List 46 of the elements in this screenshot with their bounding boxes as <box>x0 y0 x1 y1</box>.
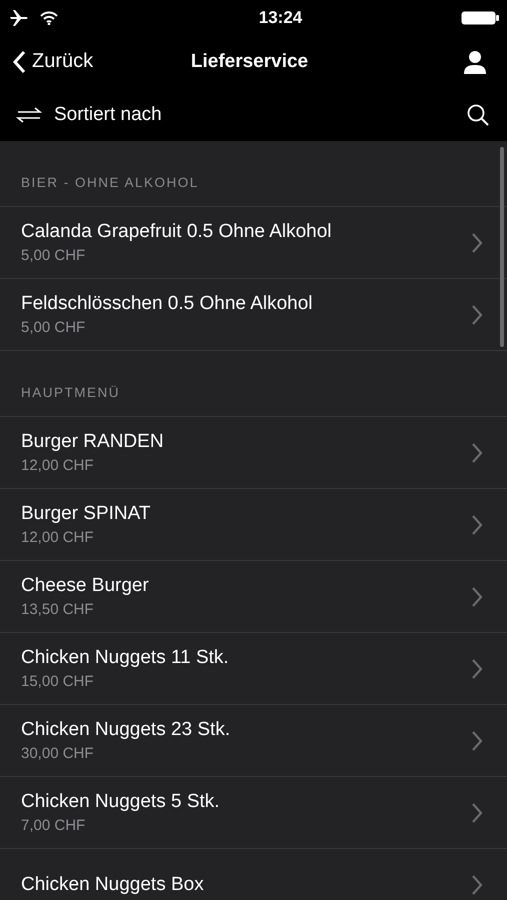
item-name: Burger SPINAT <box>21 503 151 525</box>
back-button[interactable]: Zurück <box>12 50 94 74</box>
chevron-right-icon <box>471 874 483 896</box>
chevron-right-icon <box>471 730 483 752</box>
item-name: Cheese Burger <box>21 575 149 597</box>
item-name: Feldschlösschen 0.5 Ohne Alkohol <box>21 293 313 315</box>
item-price: 12,00 CHF <box>21 457 95 474</box>
item-name: Chicken Nuggets 5 Stk. <box>21 791 220 813</box>
item-price: 15,00 CHF <box>21 673 95 690</box>
chevron-right-icon <box>471 304 483 326</box>
chevron-right-icon <box>471 658 483 680</box>
chevron-right-icon <box>471 514 483 536</box>
menu-item[interactable]: Chicken Nuggets Box <box>0 849 507 900</box>
item-price: 12,00 CHF <box>21 529 95 546</box>
chevron-right-icon <box>471 802 483 824</box>
item-name: Calanda Grapefruit 0.5 Ohne Alkohol <box>21 221 332 243</box>
item-price: 5,00 CHF <box>21 247 86 264</box>
menu-item[interactable]: Chicken Nuggets 5 Stk. 7,00 CHF <box>0 777 507 849</box>
sort-button[interactable]: Sortiert nach <box>16 104 162 126</box>
item-name: Burger RANDEN <box>21 431 164 453</box>
wifi-icon <box>40 10 58 24</box>
item-price: 30,00 CHF <box>21 745 95 762</box>
chevron-left-icon <box>12 50 26 74</box>
user-icon[interactable] <box>463 50 487 74</box>
menu-item[interactable]: Chicken Nuggets 23 Stk. 30,00 CHF <box>0 705 507 777</box>
status-time: 13:24 <box>258 8 302 28</box>
chevron-right-icon <box>471 586 483 608</box>
item-name: Chicken Nuggets 11 Stk. <box>21 647 229 669</box>
item-price: 13,50 CHF <box>21 601 95 618</box>
screen-title: Lieferservice <box>190 50 308 72</box>
chevron-right-icon <box>471 442 483 464</box>
item-name: Chicken Nuggets Box <box>21 874 204 896</box>
section-header: HAUPTMENÜ <box>21 385 120 400</box>
battery-icon <box>460 10 499 24</box>
menu-item[interactable]: Cheese Burger 13,50 CHF <box>0 561 507 633</box>
item-name: Chicken Nuggets 23 Stk. <box>21 719 230 741</box>
section-header: BIER - OHNE ALKOHOL <box>21 175 199 190</box>
item-price: 5,00 CHF <box>21 319 86 336</box>
search-icon[interactable] <box>467 104 489 126</box>
chevron-right-icon <box>471 232 483 254</box>
airplane-icon <box>10 10 30 26</box>
menu-item[interactable]: Burger SPINAT 12,00 CHF <box>0 489 507 561</box>
item-price: 7,00 CHF <box>21 817 86 834</box>
swap-arrows-icon <box>16 106 42 124</box>
menu-item[interactable]: Burger RANDEN 12,00 CHF <box>0 417 507 489</box>
menu-item[interactable]: Chicken Nuggets 11 Stk. 15,00 CHF <box>0 633 507 705</box>
